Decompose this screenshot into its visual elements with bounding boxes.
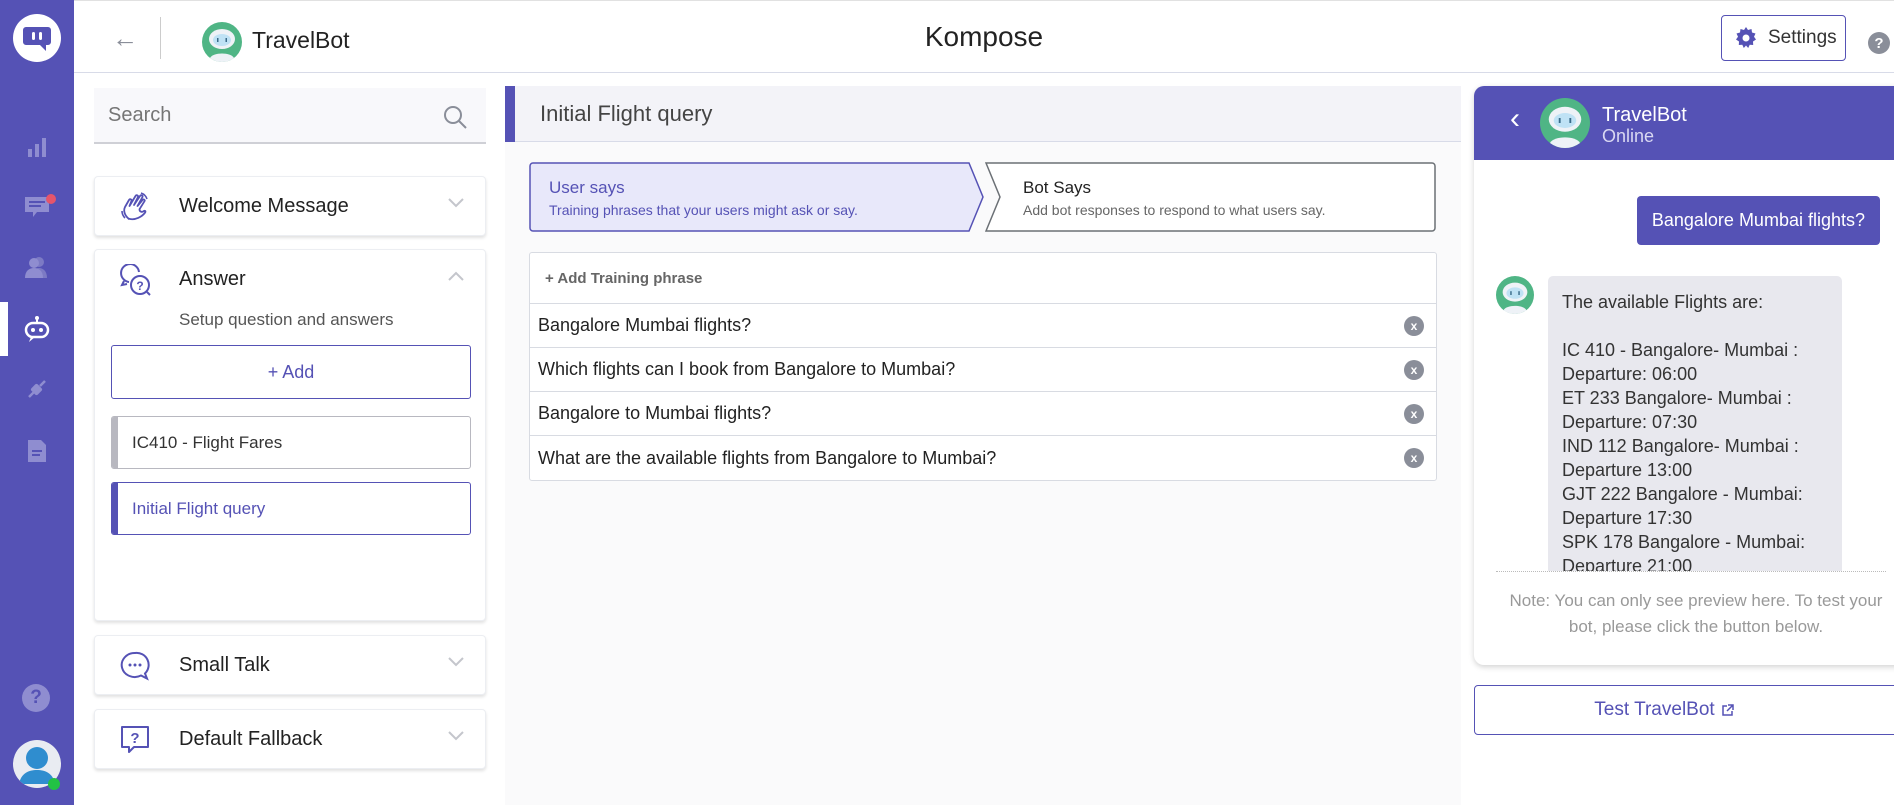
training-phrase-row[interactable]: What are the available flights from Bang… [530, 436, 1436, 480]
remove-icon[interactable]: x [1404, 448, 1424, 468]
section-answer-header[interactable]: ? Answer [95, 250, 485, 308]
add-answer-button[interactable]: + Add [111, 345, 471, 399]
tab-bot-says[interactable]: Bot Says Add bot responses to respond to… [985, 162, 1437, 232]
remove-icon[interactable]: x [1404, 360, 1424, 380]
chevron-down-icon[interactable] [447, 656, 465, 668]
answer-item-active[interactable]: Initial Flight query [111, 482, 471, 535]
step-description: Training phrases that your users might a… [549, 202, 858, 218]
chevron-down-icon[interactable] [447, 197, 465, 209]
svg-text:?: ? [130, 730, 139, 747]
bot-avatar [202, 22, 242, 67]
help-icon[interactable]: ? [1868, 32, 1890, 54]
training-phrase-row[interactable]: Bangalore to Mumbai flights? x [530, 392, 1436, 436]
intent-title: Initial Flight query [540, 101, 713, 126]
external-link-icon [1721, 703, 1734, 716]
section-answer: ? Answer Setup question and answers + Ad… [94, 249, 486, 621]
nav-item-conversations[interactable] [0, 180, 74, 234]
nav-item-users[interactable] [0, 240, 74, 294]
add-training-phrase-button[interactable]: + Add Training phrase [530, 253, 1436, 304]
intents-panel: Welcome Message ? Answer Setup question … [74, 74, 504, 805]
training-phrase-row[interactable]: Which flights can I book from Bangalore … [530, 348, 1436, 392]
robot-avatar-icon [202, 22, 242, 62]
document-icon [28, 440, 46, 462]
bot-icon [24, 316, 50, 342]
gear-icon [1736, 27, 1756, 48]
chat-bot-name: TravelBot [1602, 104, 1687, 126]
chat-bot-status: Online [1602, 126, 1655, 146]
test-bot-label: Test TravelBot [1594, 699, 1715, 720]
answer-item[interactable]: IC410 - Flight Fares [111, 416, 471, 469]
section-small-talk[interactable]: Small Talk [94, 635, 486, 695]
notification-badge [46, 194, 56, 204]
user-message-bubble: Bangalore Mumbai flights? [1636, 196, 1880, 245]
chat-divider [1496, 571, 1886, 572]
header-divider [160, 17, 161, 59]
chat-preview: ‹ TravelBot Online Bangalore Mumbai flig… [1474, 86, 1894, 665]
svg-text:?: ? [136, 279, 143, 293]
training-phrase-row[interactable]: Bangalore Mumbai flights? x [530, 304, 1436, 348]
chat-logo-icon [23, 27, 51, 51]
users-icon [25, 257, 47, 278]
intent-editor: Initial Flight query User says Training … [505, 86, 1461, 805]
training-phrase-text: Bangalore Mumbai flights? [538, 315, 752, 335]
robot-avatar-icon [1540, 98, 1590, 148]
question-box-icon: ? [121, 726, 149, 753]
step-tabs: User says Training phrases that your use… [529, 162, 1437, 232]
nav-item-documents[interactable] [0, 424, 74, 478]
remove-icon[interactable]: x [1404, 316, 1424, 336]
nav-item-integrations[interactable] [0, 362, 74, 416]
section-title: Small Talk [179, 654, 270, 676]
search-icon[interactable] [442, 104, 468, 130]
bot-message-avatar [1496, 276, 1534, 319]
remove-icon[interactable]: x [1404, 404, 1424, 424]
nav-sidebar: ? [0, 0, 74, 805]
app-logo[interactable] [13, 14, 61, 62]
help-icon[interactable]: ? [22, 684, 50, 712]
training-phrase-text: Bangalore to Mumbai flights? [538, 403, 772, 423]
bot-name: TravelBot [252, 27, 350, 53]
test-bot-button[interactable]: Test TravelBot [1474, 685, 1894, 735]
back-arrow-icon[interactable]: ← [112, 23, 138, 54]
chat-header: ‹ TravelBot Online [1474, 86, 1894, 160]
waving-hand-icon [121, 192, 148, 221]
nav-item-bot[interactable] [0, 302, 74, 356]
section-title: Welcome Message [179, 195, 349, 217]
chat-dots-icon [120, 651, 150, 681]
bot-avatar [1540, 98, 1590, 153]
training-phrase-text: What are the available flights from Bang… [538, 447, 997, 468]
section-subtitle: Setup question and answers [179, 310, 394, 329]
plug-icon [28, 380, 46, 398]
step-description: Add bot responses to respond to what use… [1023, 202, 1326, 218]
tab-user-says[interactable]: User says Training phrases that your use… [529, 162, 984, 232]
intent-title-bar: Initial Flight query [505, 86, 1461, 142]
top-header: ← TravelBot Kompose Settings ? [74, 0, 1894, 73]
preview-note: Note: You can only see preview here. To … [1509, 591, 1883, 636]
bot-message-bubble: The available Flights are: IC 410 - Bang… [1548, 276, 1842, 571]
bar-chart-icon [28, 138, 46, 157]
chevron-up-icon[interactable] [447, 270, 465, 282]
training-phrases-list: + Add Training phrase Bangalore Mumbai f… [529, 252, 1437, 481]
question-chat-icon: ? [120, 264, 151, 296]
section-default-fallback[interactable]: ? Default Fallback [94, 709, 486, 769]
section-welcome-message[interactable]: Welcome Message [94, 176, 486, 236]
online-status-dot [48, 778, 60, 790]
section-title: Answer [179, 268, 246, 290]
search-input[interactable] [108, 103, 428, 127]
robot-avatar-icon [1496, 276, 1534, 314]
chevron-left-icon[interactable]: ‹ [1510, 102, 1520, 136]
training-phrase-text: Which flights can I book from Bangalore … [538, 359, 956, 379]
section-title: Default Fallback [179, 728, 323, 750]
settings-label: Settings [1768, 27, 1837, 48]
step-title: User says [549, 178, 625, 197]
settings-button[interactable]: Settings [1721, 15, 1846, 61]
nav-item-analytics[interactable] [0, 120, 74, 174]
step-title: Bot Says [1023, 178, 1092, 197]
chevron-down-icon[interactable] [447, 730, 465, 742]
search-field[interactable] [94, 88, 486, 144]
